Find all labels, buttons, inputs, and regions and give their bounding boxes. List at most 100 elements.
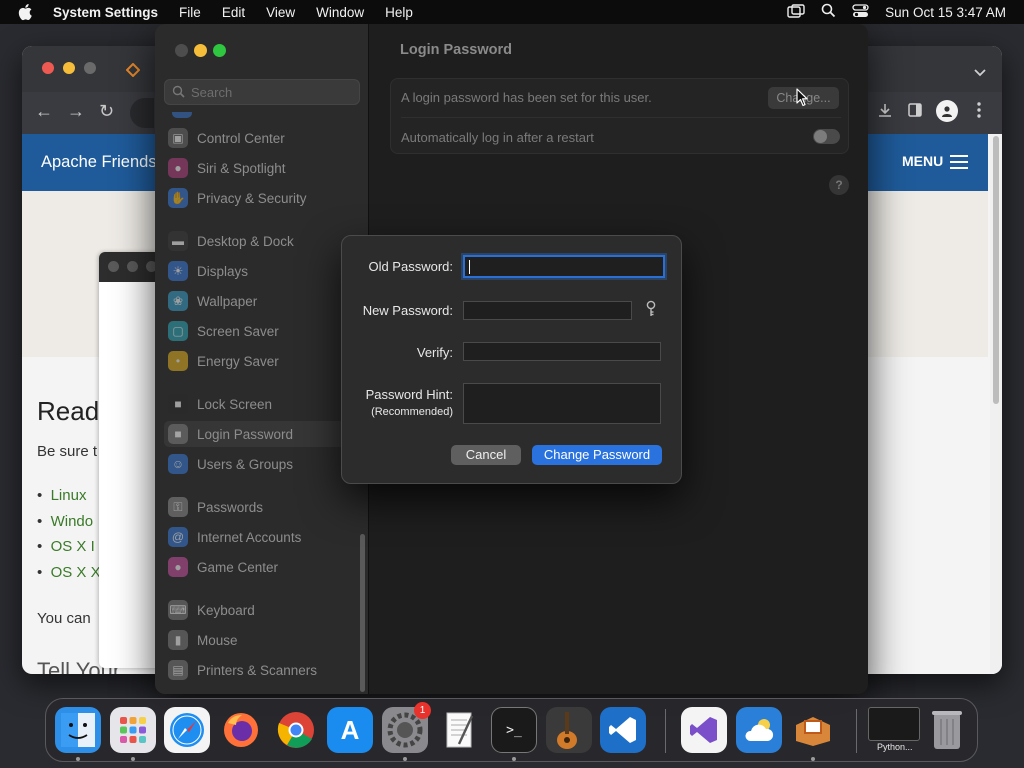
- running-indicator: [131, 757, 135, 761]
- verify-field[interactable]: [463, 342, 661, 361]
- download-icon[interactable]: [877, 102, 893, 123]
- menubar-clock[interactable]: Sun Oct 15 3:47 AM: [885, 5, 1006, 20]
- sidebar-item-energy-saver[interactable]: • Energy Saver: [168, 348, 356, 374]
- menu-help[interactable]: Help: [385, 5, 413, 20]
- sidebar-item-internet-accounts[interactable]: @ Internet Accounts: [168, 524, 356, 550]
- password-hint-label: Password Hint:: [365, 387, 453, 402]
- safari-icon[interactable]: [164, 707, 210, 753]
- sidebar-item-label: Users & Groups: [197, 456, 294, 472]
- sidebar-item-label: Game Center: [197, 559, 279, 575]
- site-brand-link[interactable]: Apache Friends: [41, 153, 157, 172]
- launchpad-icon[interactable]: [110, 707, 156, 753]
- menu-edit[interactable]: Edit: [222, 5, 245, 20]
- key-icon: ⚿: [168, 497, 188, 517]
- popup-close-button[interactable]: [108, 261, 119, 272]
- menu-view[interactable]: View: [266, 5, 295, 20]
- sidebar-item-label: Lock Screen: [197, 396, 273, 412]
- bulb-icon: •: [168, 351, 188, 371]
- cancel-button[interactable]: Cancel: [451, 445, 521, 465]
- dock-icon: ▬: [168, 231, 188, 251]
- forward-arrow-icon[interactable]: →: [67, 101, 85, 122]
- old-password-field[interactable]: [463, 255, 665, 278]
- browser-scrollbar-thumb[interactable]: [993, 136, 999, 404]
- textedit-icon[interactable]: [437, 707, 483, 753]
- old-password-label: Old Password:: [368, 259, 453, 274]
- sidebar-item-desktop-dock[interactable]: ▬ Desktop & Dock: [168, 228, 356, 254]
- sidebar-item-privacy-security[interactable]: ✋ Privacy & Security: [168, 185, 356, 211]
- sidebar-toggle-icon[interactable]: [908, 103, 922, 122]
- menu-window[interactable]: Window: [316, 5, 364, 20]
- finder-icon[interactable]: [55, 707, 101, 753]
- browser-close-button[interactable]: [42, 62, 54, 74]
- browser-zoom-button[interactable]: [84, 62, 96, 74]
- screen-mirroring-icon[interactable]: [787, 3, 805, 21]
- background-popup-window: [99, 252, 159, 668]
- download-link-linux[interactable]: Linux: [51, 487, 87, 504]
- profile-icon[interactable]: [936, 100, 958, 122]
- sidebar-item-game-center[interactable]: ● Game Center: [168, 554, 356, 580]
- settings-zoom-button[interactable]: [213, 44, 226, 57]
- download-link-windows[interactable]: Windo: [51, 513, 94, 530]
- password-hint-field[interactable]: [463, 383, 661, 424]
- sidebar-item-mouse[interactable]: ▮ Mouse: [168, 627, 356, 653]
- search-icon: [172, 85, 185, 103]
- spotlight-search-icon[interactable]: [821, 3, 836, 21]
- dock: A >_ 1 Python...: [45, 698, 978, 762]
- sidebar-item-printers-scanners[interactable]: ▤ Printers & Scanners: [168, 657, 356, 683]
- sidebar-item-login-password[interactable]: ■ Login Password: [164, 421, 362, 447]
- address-bar[interactable]: [130, 98, 154, 128]
- sidebar-item-screen-saver[interactable]: ▢ Screen Saver: [168, 318, 356, 344]
- change-password-confirm-button[interactable]: Change Password: [532, 445, 662, 465]
- printer-icon: ▤: [168, 660, 188, 680]
- app-store-icon[interactable]: A: [327, 707, 373, 753]
- terminal-icon[interactable]: >_: [491, 707, 537, 753]
- apple-menu-icon[interactable]: [18, 3, 36, 21]
- trash-icon[interactable]: [924, 707, 970, 753]
- help-button[interactable]: ?: [829, 175, 849, 195]
- hamburger-menu-icon[interactable]: [950, 155, 968, 169]
- sidebar-item-label: Wallpaper: [197, 293, 258, 309]
- settings-sidebar: Search ▣ Control Center ● Siri & Spotlight ✋…: [155, 24, 369, 694]
- sidebar-item-siri-spotlight[interactable]: ● Siri & Spotlight: [168, 155, 356, 181]
- browser-tab-favicon-icon[interactable]: [125, 62, 141, 82]
- reload-icon[interactable]: ↻: [99, 101, 114, 122]
- sidebar-item-lock-screen[interactable]: ■ Lock Screen: [168, 391, 356, 417]
- sidebar-item-control-center[interactable]: ▣ Control Center: [168, 125, 356, 151]
- sidebar-item-wallpaper[interactable]: ❀ Wallpaper: [168, 288, 356, 314]
- sidebar-item-keyboard[interactable]: ⌨ Keyboard: [168, 597, 356, 623]
- sidebar-item-label: Mouse: [197, 632, 238, 648]
- settings-close-button[interactable]: [175, 44, 188, 57]
- control-center-icon[interactable]: [852, 3, 869, 21]
- download-link-osx-vm[interactable]: OS X X: [51, 564, 101, 581]
- browser-more-menu-icon[interactable]: [977, 102, 981, 123]
- settings-search-field[interactable]: Search: [164, 79, 360, 105]
- settings-minimize-button[interactable]: [194, 44, 207, 57]
- auto-login-toggle[interactable]: [813, 129, 840, 144]
- firefox-icon[interactable]: [218, 707, 264, 753]
- keyboard-icon: ⌨: [168, 600, 188, 620]
- password-assistant-key-icon[interactable]: [645, 300, 657, 323]
- at-icon: @: [168, 527, 188, 547]
- sidebar-item-passwords[interactable]: ⚿ Passwords: [168, 494, 356, 520]
- vscode-icon[interactable]: [600, 707, 646, 753]
- popup-minimize-button[interactable]: [127, 261, 138, 272]
- download-link-osx-installer[interactable]: OS X I: [51, 538, 95, 555]
- chrome-icon[interactable]: [273, 707, 319, 753]
- browser-tabs-chevron-icon[interactable]: [974, 64, 986, 82]
- python-window-icon[interactable]: [868, 707, 920, 741]
- garageband-icon[interactable]: [546, 707, 592, 753]
- visual-studio-icon[interactable]: [681, 707, 727, 753]
- sidebar-scrollbar[interactable]: [360, 534, 365, 692]
- password-hint-sublabel: (Recommended): [371, 406, 453, 418]
- sidebar-item-displays[interactable]: ☀ Displays: [168, 258, 356, 284]
- new-password-field[interactable]: [463, 301, 632, 320]
- site-menu-link[interactable]: MENU: [902, 153, 943, 169]
- sidebar-item-users-groups[interactable]: ☺ Users & Groups: [168, 451, 356, 477]
- auto-login-label: Automatically log in after a restart: [401, 130, 594, 145]
- weather-icon[interactable]: [736, 707, 782, 753]
- menu-file[interactable]: File: [179, 5, 201, 20]
- menu-app-name[interactable]: System Settings: [53, 5, 158, 20]
- back-arrow-icon[interactable]: ←: [35, 101, 53, 122]
- xampp-icon[interactable]: [790, 707, 836, 753]
- browser-minimize-button[interactable]: [63, 62, 75, 74]
